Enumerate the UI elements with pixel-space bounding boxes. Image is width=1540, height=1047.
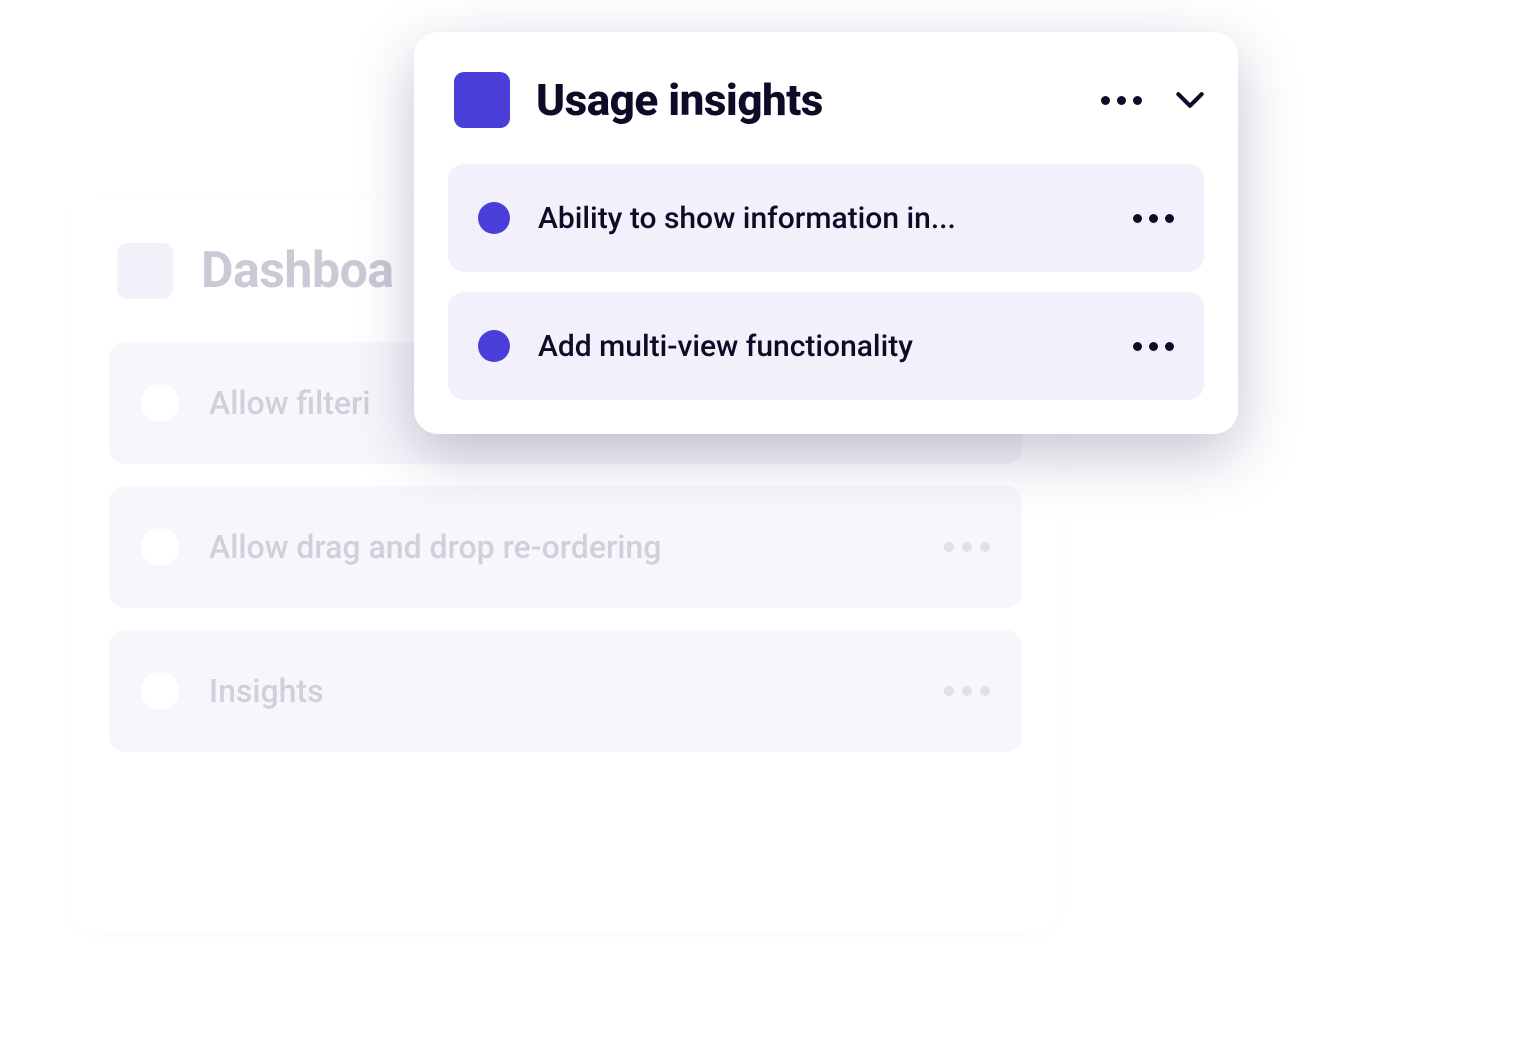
list-item[interactable]: Insights xyxy=(109,630,1022,752)
usage-insights-header: Usage insights xyxy=(448,72,1204,128)
list-item-label: Insights xyxy=(209,672,944,710)
more-icon[interactable] xyxy=(944,686,990,696)
dashboard-title: Dashboa xyxy=(201,242,394,300)
header-actions xyxy=(1101,91,1204,109)
status-dot-icon xyxy=(141,384,179,422)
usage-insights-list: Ability to show information in... Add mu… xyxy=(448,164,1204,400)
list-item[interactable]: Allow drag and drop re-ordering xyxy=(109,486,1022,608)
status-dot-icon xyxy=(478,330,510,362)
usage-insights-title: Usage insights xyxy=(536,74,1075,126)
list-item-label: Ability to show information in... xyxy=(538,201,1133,236)
status-dot-icon xyxy=(141,672,179,710)
list-item[interactable]: Add multi-view functionality xyxy=(448,292,1204,400)
usage-insights-color-chip xyxy=(454,72,510,128)
list-item-label: Add multi-view functionality xyxy=(538,329,1133,364)
more-icon[interactable] xyxy=(1133,342,1174,351)
dashboard-color-chip xyxy=(117,243,173,299)
chevron-down-icon[interactable] xyxy=(1176,91,1204,109)
usage-insights-card: Usage insights Ability to show informati… xyxy=(414,32,1238,434)
more-icon[interactable] xyxy=(1101,96,1142,105)
status-dot-icon xyxy=(478,202,510,234)
more-icon[interactable] xyxy=(1133,214,1174,223)
list-item[interactable]: Ability to show information in... xyxy=(448,164,1204,272)
list-item-label: Allow drag and drop re-ordering xyxy=(209,528,944,566)
more-icon[interactable] xyxy=(944,542,990,552)
status-dot-icon xyxy=(141,528,179,566)
